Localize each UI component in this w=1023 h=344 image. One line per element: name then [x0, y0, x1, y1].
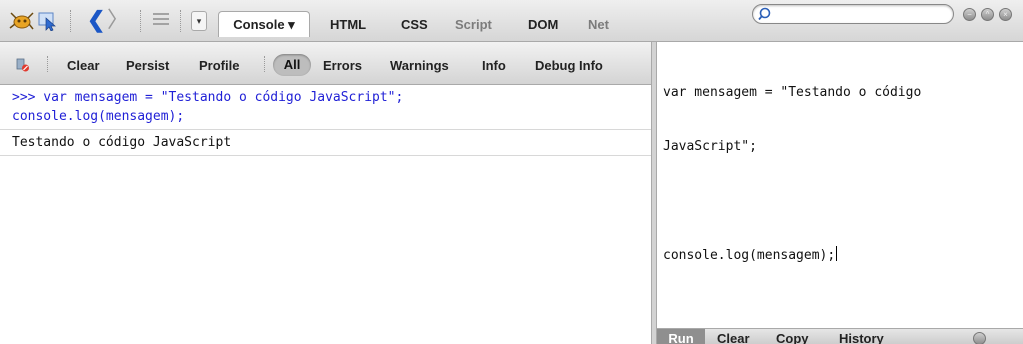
- persist-button[interactable]: Persist: [126, 58, 169, 73]
- minimize-icon[interactable]: −: [963, 8, 976, 21]
- editor-line: console.log(mensagem);: [663, 248, 836, 263]
- log-command-entry: >>> var mensagem = "Testando o código Ja…: [0, 85, 651, 130]
- filter-warnings-button[interactable]: Warnings: [390, 58, 449, 73]
- clear-button[interactable]: Clear: [67, 58, 100, 73]
- command-editor[interactable]: var mensagem = "Testando o código JavaSc…: [657, 42, 1023, 328]
- history-button[interactable]: History: [839, 331, 884, 344]
- text-caret: [836, 246, 838, 261]
- tab-script[interactable]: Script: [455, 17, 492, 32]
- clear-console-icon[interactable]: [16, 58, 30, 72]
- toolbar-separator: [180, 10, 181, 32]
- filter-debug-info-button[interactable]: Debug Info: [535, 58, 603, 73]
- filter-info-button[interactable]: Info: [482, 58, 506, 73]
- toolbar-separator: [140, 10, 141, 32]
- collapse-icon[interactable]: [973, 332, 986, 344]
- editor-toolbar: Run Clear Copy History: [657, 328, 1023, 344]
- search-input[interactable]: [752, 4, 954, 24]
- forward-arrow-icon[interactable]: 〉: [107, 9, 129, 31]
- tab-html[interactable]: HTML: [330, 17, 366, 32]
- editor-clear-button[interactable]: Clear: [717, 331, 750, 344]
- console-log: >>> var mensagem = "Testando o código Ja…: [0, 85, 651, 344]
- run-button[interactable]: Run: [657, 329, 705, 344]
- editor-line-with-caret: console.log(mensagem);: [663, 246, 1017, 265]
- tab-css[interactable]: CSS: [401, 17, 428, 32]
- editor-line: var mensagem = "Testando o código: [663, 85, 922, 100]
- inspect-element-icon[interactable]: [38, 11, 58, 31]
- log-output-entry: Testando o código JavaScript: [0, 130, 651, 156]
- firebug-icon[interactable]: [8, 10, 34, 32]
- search-icon: [758, 7, 771, 21]
- editor-blank-line: [663, 192, 1017, 210]
- log-command-line: console.log(mensagem);: [12, 109, 185, 124]
- toolbar-separator: [70, 10, 71, 32]
- editor-line: JavaScript";: [663, 139, 757, 154]
- copy-button[interactable]: Copy: [776, 331, 809, 344]
- log-command-line: >>> var mensagem = "Testando o código Ja…: [12, 90, 404, 105]
- tab-console[interactable]: Console ▾: [218, 11, 310, 37]
- toolbar-separator: [264, 56, 265, 72]
- restore-icon[interactable]: ^: [981, 8, 994, 21]
- dropdown-arrow-icon[interactable]: ▾: [191, 11, 207, 31]
- toolbar-separator: [47, 56, 48, 72]
- firebug-toolbar: ❮ 〉 ▾ Console ▾ HTML CSS Script DOM Net …: [0, 0, 1023, 42]
- close-icon[interactable]: ×: [999, 8, 1012, 21]
- filter-all-button[interactable]: All: [273, 54, 311, 76]
- filter-errors-button[interactable]: Errors: [323, 58, 362, 73]
- console-toolbar: Clear Persist Profile All Errors Warning…: [0, 42, 651, 85]
- back-arrow-icon[interactable]: ❮: [87, 9, 105, 31]
- tab-net[interactable]: Net: [588, 17, 609, 32]
- list-icon[interactable]: [153, 13, 169, 27]
- profile-button[interactable]: Profile: [199, 58, 239, 73]
- tab-dom[interactable]: DOM: [528, 17, 558, 32]
